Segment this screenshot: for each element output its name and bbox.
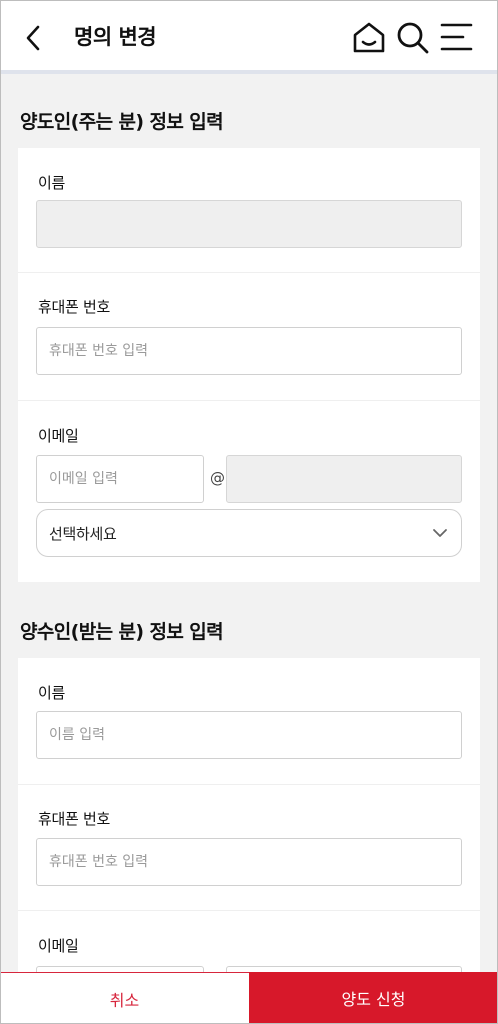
giver-section-title: 양도인(주는 분) 정보 입력 [20,111,224,133]
divider [18,272,480,273]
chevron-down-icon [433,529,447,537]
receiver-email-label: 이메일 [38,937,79,955]
divider [18,784,480,785]
giver-phone-input[interactable] [36,327,462,375]
top-app-bar: 명의 변경 [0,0,498,74]
receiver-phone-input[interactable] [36,838,462,886]
menu-icon[interactable] [438,18,476,56]
receiver-name-input[interactable] [36,711,462,759]
cancel-button[interactable]: 취소 [0,972,249,1024]
at-symbol: @ [210,469,225,487]
divider [18,400,480,401]
giver-name-input [36,200,462,248]
divider [18,910,480,911]
home-icon[interactable] [350,18,388,56]
bottom-action-bar: 취소 양도 신청 [0,972,498,1024]
receiver-card: 이름 휴대폰 번호 이메일 [18,658,480,1014]
submit-transfer-button[interactable]: 양도 신청 [249,972,498,1024]
page-title: 명의 변경 [74,25,157,49]
giver-email-domain-input [226,455,462,503]
giver-email-label: 이메일 [38,427,79,445]
receiver-phone-label: 휴대폰 번호 [38,810,110,828]
email-domain-select[interactable]: 선택하세요 [36,509,462,557]
receiver-section-title: 양수인(받는 분) 정보 입력 [20,621,224,643]
back-arrow-icon[interactable] [20,22,48,54]
giver-name-label: 이름 [38,174,66,192]
receiver-name-label: 이름 [38,684,66,702]
email-domain-select-label: 선택하세요 [49,525,117,543]
giver-card: 이름 휴대폰 번호 이메일 @ 선택하세요 [18,148,480,582]
giver-phone-label: 휴대폰 번호 [38,298,110,316]
giver-email-input[interactable] [36,455,204,503]
search-icon[interactable] [394,18,432,56]
